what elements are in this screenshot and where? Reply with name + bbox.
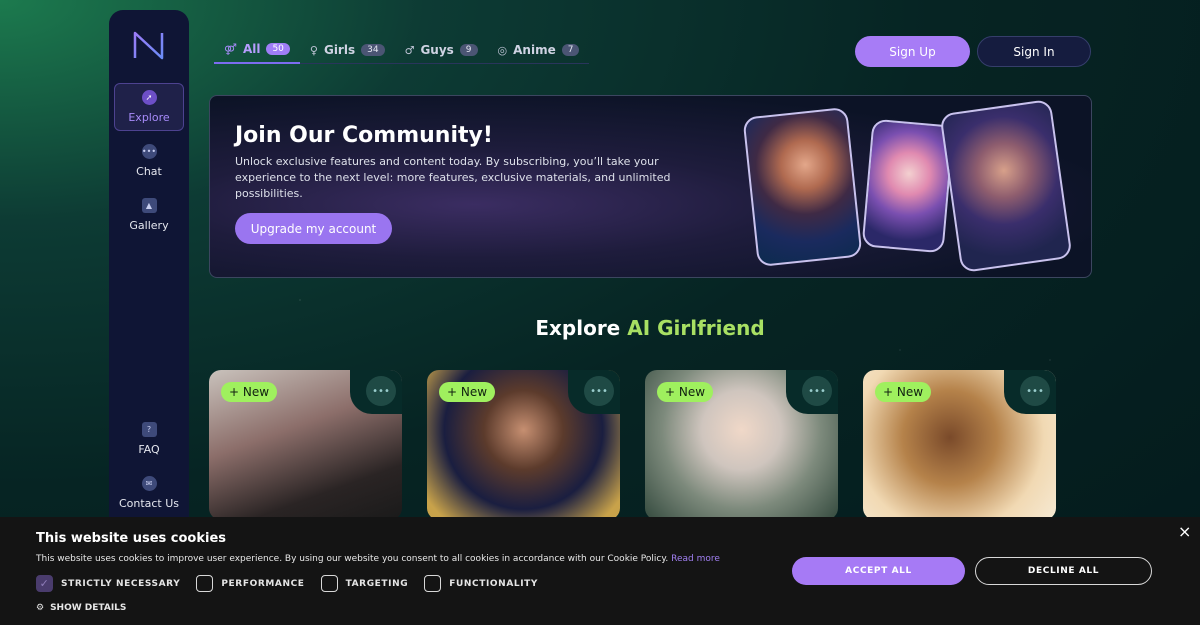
checkbox-icon [196, 575, 214, 592]
strictly-necessary-checkbox[interactable]: ✓ STRICTLY NECESSARY [36, 575, 180, 592]
accept-all-button[interactable]: ACCEPT ALL [792, 557, 965, 585]
checkbox-label: PERFORMANCE [221, 578, 305, 589]
couple-icon: ⚤ [224, 42, 237, 56]
count-badge: 9 [459, 44, 478, 56]
cookie-banner: This website uses cookies This website u… [0, 517, 1200, 625]
tab-anime[interactable]: ◎ Anime 7 [488, 36, 590, 64]
count-badge: 34 [361, 44, 385, 56]
sidebar-item-faq[interactable]: ? FAQ [114, 415, 184, 463]
tab-all[interactable]: ⚤ All 50 [214, 36, 300, 64]
checkbox-icon [320, 575, 338, 592]
checkbox-label: FUNCTIONALITY [449, 578, 539, 589]
character-card[interactable]: + New ••• [863, 370, 1056, 520]
category-tabs: ⚤ All 50 ♀ Girls 34 ♂ Guys 9 ◎ Anime 7 [214, 36, 590, 64]
show-details-label: SHOW DETAILS [50, 603, 127, 613]
banner-portrait-anime [861, 118, 955, 254]
sidebar-item-gallery[interactable]: ▲ Gallery [114, 191, 184, 239]
chat-icon[interactable]: ••• [366, 376, 396, 406]
functionality-checkbox[interactable]: FUNCTIONALITY [424, 575, 538, 592]
character-card[interactable]: + New ••• [645, 370, 838, 520]
tab-label: Girls [323, 43, 356, 57]
anime-icon: ◎ [497, 43, 508, 57]
section-title-prefix: Explore [535, 316, 628, 340]
cookie-description: This website uses cookies to improve use… [36, 554, 720, 564]
checkbox-label: TARGETING [345, 578, 409, 589]
tab-label: Anime [513, 43, 556, 57]
sidebar-item-explore[interactable]: ➚ Explore [114, 83, 184, 131]
sidebar-item-label: Gallery [129, 219, 169, 232]
character-card[interactable]: + New ••• [209, 370, 402, 520]
logo-icon[interactable] [132, 30, 166, 60]
male-icon: ♂ [404, 43, 415, 57]
read-more-link[interactable]: Read more [671, 554, 720, 564]
female-icon: ♀ [309, 43, 318, 57]
compass-icon: ➚ [141, 90, 157, 105]
decline-all-button[interactable]: DECLINE ALL [975, 557, 1152, 585]
chat-icon[interactable]: ••• [1020, 376, 1050, 406]
cookie-checkboxes: ✓ STRICTLY NECESSARY PERFORMANCE TARGETI… [36, 575, 538, 592]
sign-in-button[interactable]: Sign In [977, 36, 1091, 67]
tab-girls[interactable]: ♀ Girls 34 [300, 36, 395, 64]
section-title-highlight: AI Girlfriend [627, 316, 765, 340]
section-title: Explore AI Girlfriend [0, 316, 1200, 340]
sidebar-item-label: Contact Us [118, 497, 180, 510]
chat-icon[interactable]: ••• [802, 376, 832, 406]
checkbox-label: STRICTLY NECESSARY [61, 578, 181, 589]
upgrade-account-button[interactable]: Upgrade my account [235, 213, 392, 244]
checkbox-icon [424, 575, 442, 592]
sidebar-item-label: Explore [128, 111, 170, 124]
new-badge: + New [875, 382, 932, 402]
sign-up-button[interactable]: Sign Up [855, 36, 970, 67]
gear-icon: ⚙ [36, 603, 45, 613]
sidebar-item-label: Chat [136, 165, 162, 178]
checkbox-checked-icon: ✓ [36, 575, 53, 592]
banner-title: Join Our Community! [235, 123, 493, 148]
sidebar-item-contact[interactable]: ✉ Contact Us [114, 469, 184, 517]
banner-portrait-woman [742, 106, 863, 268]
targeting-checkbox[interactable]: TARGETING [320, 575, 409, 592]
new-badge: + New [221, 382, 278, 402]
performance-checkbox[interactable]: PERFORMANCE [196, 575, 304, 592]
cookie-title: This website uses cookies [36, 531, 227, 546]
banner-portrait-man [939, 98, 1073, 274]
banner-text: Unlock exclusive features and content to… [235, 155, 671, 200]
image-icon: ▲ [141, 198, 157, 213]
mail-icon: ✉ [141, 476, 157, 491]
tab-label: Guys [420, 43, 454, 57]
sidebar-item-label: FAQ [138, 443, 160, 456]
question-icon: ? [141, 422, 157, 437]
new-badge: + New [439, 382, 496, 402]
community-banner: Join Our Community! Unlock exclusive fea… [209, 95, 1092, 278]
tab-guys[interactable]: ♂ Guys 9 [395, 36, 488, 64]
chat-icon: ••• [141, 144, 157, 159]
tab-label: All [242, 42, 261, 56]
character-card[interactable]: + New ••• [427, 370, 620, 520]
new-badge: + New [657, 382, 714, 402]
close-icon[interactable]: × [1178, 522, 1191, 541]
count-badge: 50 [266, 43, 290, 55]
count-badge: 7 [561, 44, 580, 56]
sidebar-item-chat[interactable]: ••• Chat [114, 137, 184, 185]
show-details-toggle[interactable]: ⚙ SHOW DETAILS [36, 603, 126, 613]
cookie-description-text: This website uses cookies to improve use… [36, 554, 669, 564]
chat-icon[interactable]: ••• [584, 376, 614, 406]
